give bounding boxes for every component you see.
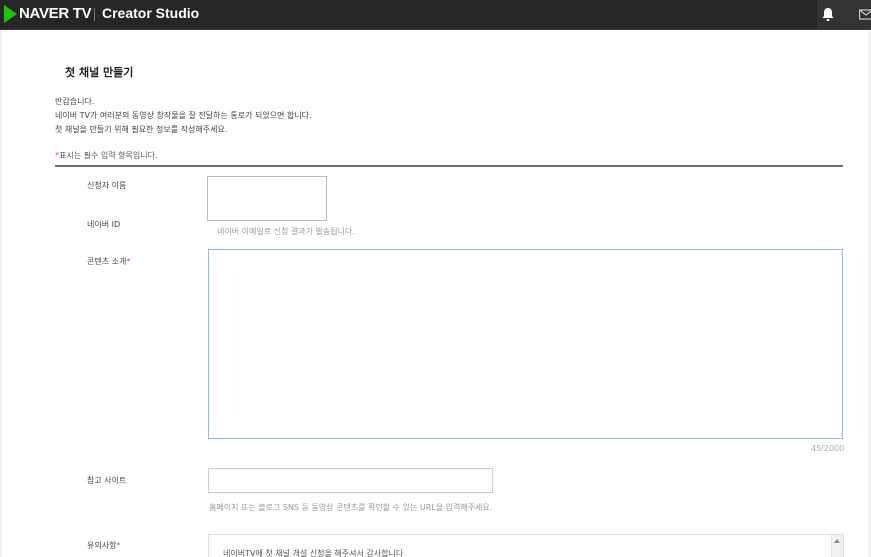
naver-id-label: 네이버 ID [87, 220, 121, 229]
bell-icon[interactable] [821, 7, 835, 22]
section-divider [55, 165, 843, 167]
brand-name[interactable]: NAVER TV [19, 5, 92, 22]
reference-site-hint: 홈페이지 또는 블로그 SNS 등 동영상 콘텐츠를 확인할 수 있는 URL을… [209, 503, 493, 512]
intro-line: 네이버 TV가 여러분의 동영상 창작물을 잘 전달하는 통로가 되었으면 합니… [55, 111, 312, 120]
notice-label-text: 유의사항 [87, 541, 117, 550]
top-right-actions [817, 0, 871, 29]
reference-site-label: 참고 사이트 [87, 476, 127, 485]
applicant-name-field[interactable] [207, 176, 327, 221]
content-char-counter: 45/2000 [811, 444, 845, 453]
notice-text: 네이버TV에 첫 채널 개설 신청을 해주셔서 감사합니다 [223, 549, 404, 557]
content-intro-label-text: 콘텐츠 소개 [87, 257, 127, 266]
intro-line: 반갑습니다. [55, 97, 95, 106]
studio-name[interactable]: Creator Studio [102, 5, 199, 22]
required-star: * [126, 257, 131, 266]
content-intro-label: 콘텐츠 소개* [87, 257, 130, 267]
naver-tv-play-icon [4, 5, 17, 23]
intro-text: 반갑습니다. 네이버 TV가 여러분의 동영상 창작물을 잘 전달하는 통로가 … [55, 95, 312, 137]
required-note: *표시는 필수 입력 항목입니다. [55, 151, 158, 161]
notice-label: 유의사항* [87, 541, 120, 551]
brand-separator [94, 8, 95, 21]
notice-box[interactable]: 네이버TV에 첫 채널 개설 신청을 해주셔서 감사합니다 [208, 534, 844, 557]
applicant-name-label: 신청자 이름 [87, 181, 127, 190]
page-title: 첫 채널 만들기 [65, 66, 134, 79]
content-intro-textarea[interactable] [208, 249, 843, 439]
mail-icon[interactable] [859, 7, 871, 22]
notice-scrollbar[interactable] [831, 535, 843, 557]
intro-line: 첫 채널을 만들기 위해 필요한 정보를 작성해주세요. [55, 125, 228, 134]
reference-site-input[interactable] [208, 468, 493, 493]
required-note-text: 표시는 필수 입력 항목입니다. [59, 151, 158, 160]
naver-id-hint: 네이버 이메일로 신청 결과가 발송됩니다. [217, 227, 355, 236]
top-bar: NAVER TV Creator Studio [0, 0, 871, 30]
required-star: * [116, 541, 121, 550]
scroll-up-icon[interactable] [834, 539, 840, 543]
